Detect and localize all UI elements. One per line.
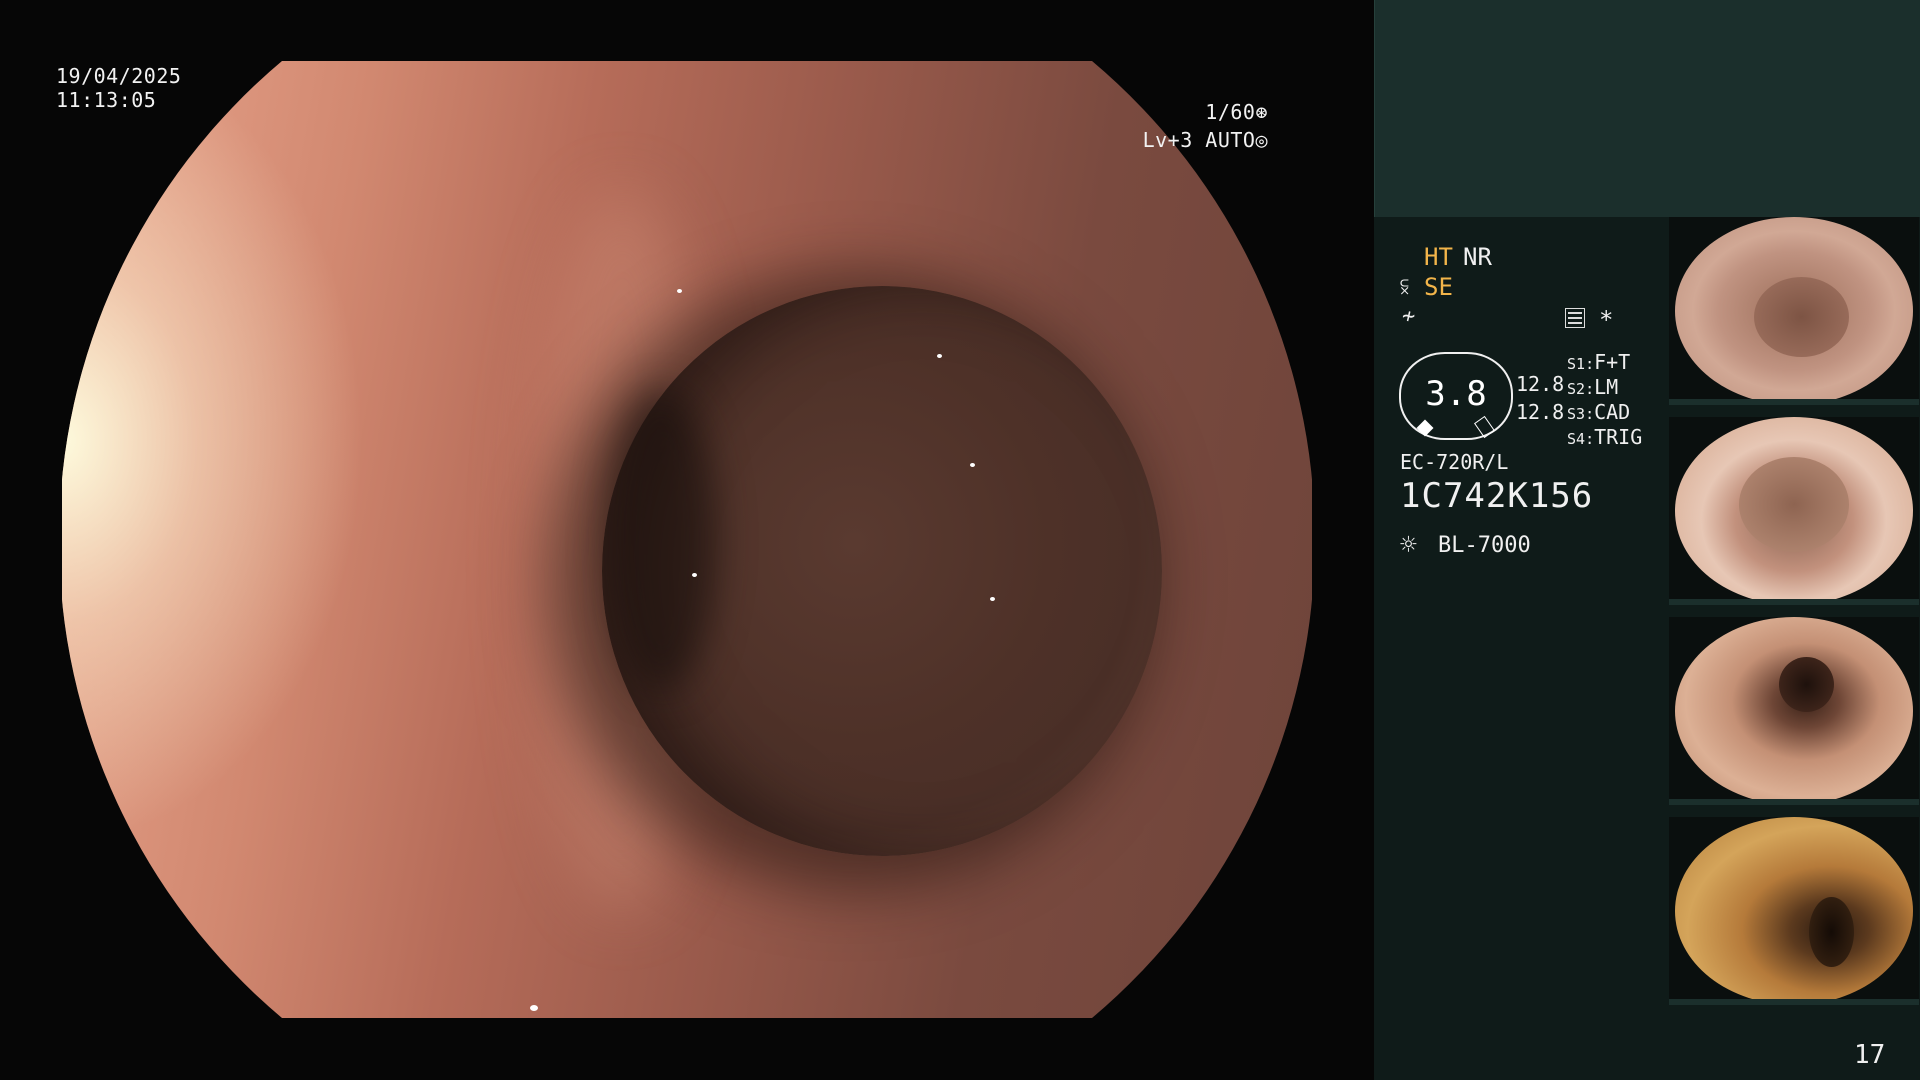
light-reflection [937,354,942,358]
shutter-speed: 1/60⊛ [1205,100,1268,124]
captured-image-thumbnail[interactable] [1669,417,1919,605]
thumbnail-lumen [1754,277,1849,357]
image-count: 17 [1854,1040,1886,1070]
switch-value: F+T [1594,350,1631,374]
light-reflection [990,597,995,601]
se-indicator: SE [1424,273,1453,301]
switch-key: S4 [1567,430,1586,448]
switch-row-s1: S1:F+T [1567,350,1631,374]
nr-indicator: NR [1463,243,1492,271]
thumbnail-lumen [1739,457,1849,552]
magnification-gauge: 3.8 [1399,352,1513,440]
light-reflection [530,1005,538,1011]
filter-icon: ≁ [1402,304,1416,329]
light-source-label: BL-7000 [1438,533,1531,558]
switch-key: S2 [1567,380,1586,398]
light-source-icon: ☼ [1400,528,1417,561]
captured-image-thumbnail[interactable] [1669,217,1919,405]
thumbnail-footer [1669,399,1919,405]
brightness-level: Lv+3 AUTO◎ [1142,128,1268,152]
date-display: 19/04/2025 [56,64,182,88]
light-reflection [677,289,682,293]
readout-2: 12.8 [1516,400,1565,424]
thumbnail-image [1675,817,1913,1005]
thumbnail-lumen [1779,657,1834,712]
scope-model: EC-720R/L [1400,450,1509,474]
thumbnail-footer [1669,799,1919,805]
switch-key: S3 [1567,405,1586,423]
switch-row-s3: S3:CAD [1567,400,1631,424]
endoscopy-screen: 19/04/2025 11:13:05 1/60⊛ Lv+3 AUTO◎ HT … [0,0,1920,1080]
light-reflection [970,463,975,467]
endoscope-live-view [62,61,1312,1018]
structure-enhance-icon: ⫁ [1400,275,1409,299]
settings-list-icon [1565,308,1585,328]
thumbnail-image [1675,617,1913,805]
readout-1: 12.8 [1516,372,1565,396]
ht-indicator: HT [1424,243,1453,271]
thumbnail-footer [1669,999,1919,1005]
switch-key: S1 [1567,355,1586,373]
scope-serial: 1C742K156 [1400,476,1594,516]
gauge-value: 3.8 [1425,374,1487,414]
switch-row-s4: S4:TRIG [1567,425,1643,449]
light-reflection [692,573,697,577]
star-icon: * [1599,306,1614,334]
thumbnail-lumen [1809,897,1854,967]
captured-image-thumbnail[interactable] [1669,617,1919,805]
switch-value: CAD [1594,400,1631,424]
switch-value: TRIG [1594,425,1643,449]
captured-image-thumbnail[interactable] [1669,817,1919,1005]
time-display: 11:13:05 [56,88,157,112]
thumbnail-footer [1669,599,1919,605]
switch-row-s2: S2:LM [1567,375,1619,399]
panel-header-area [1374,0,1920,217]
switch-value: LM [1594,375,1619,399]
lumen-shadow [607,391,717,691]
